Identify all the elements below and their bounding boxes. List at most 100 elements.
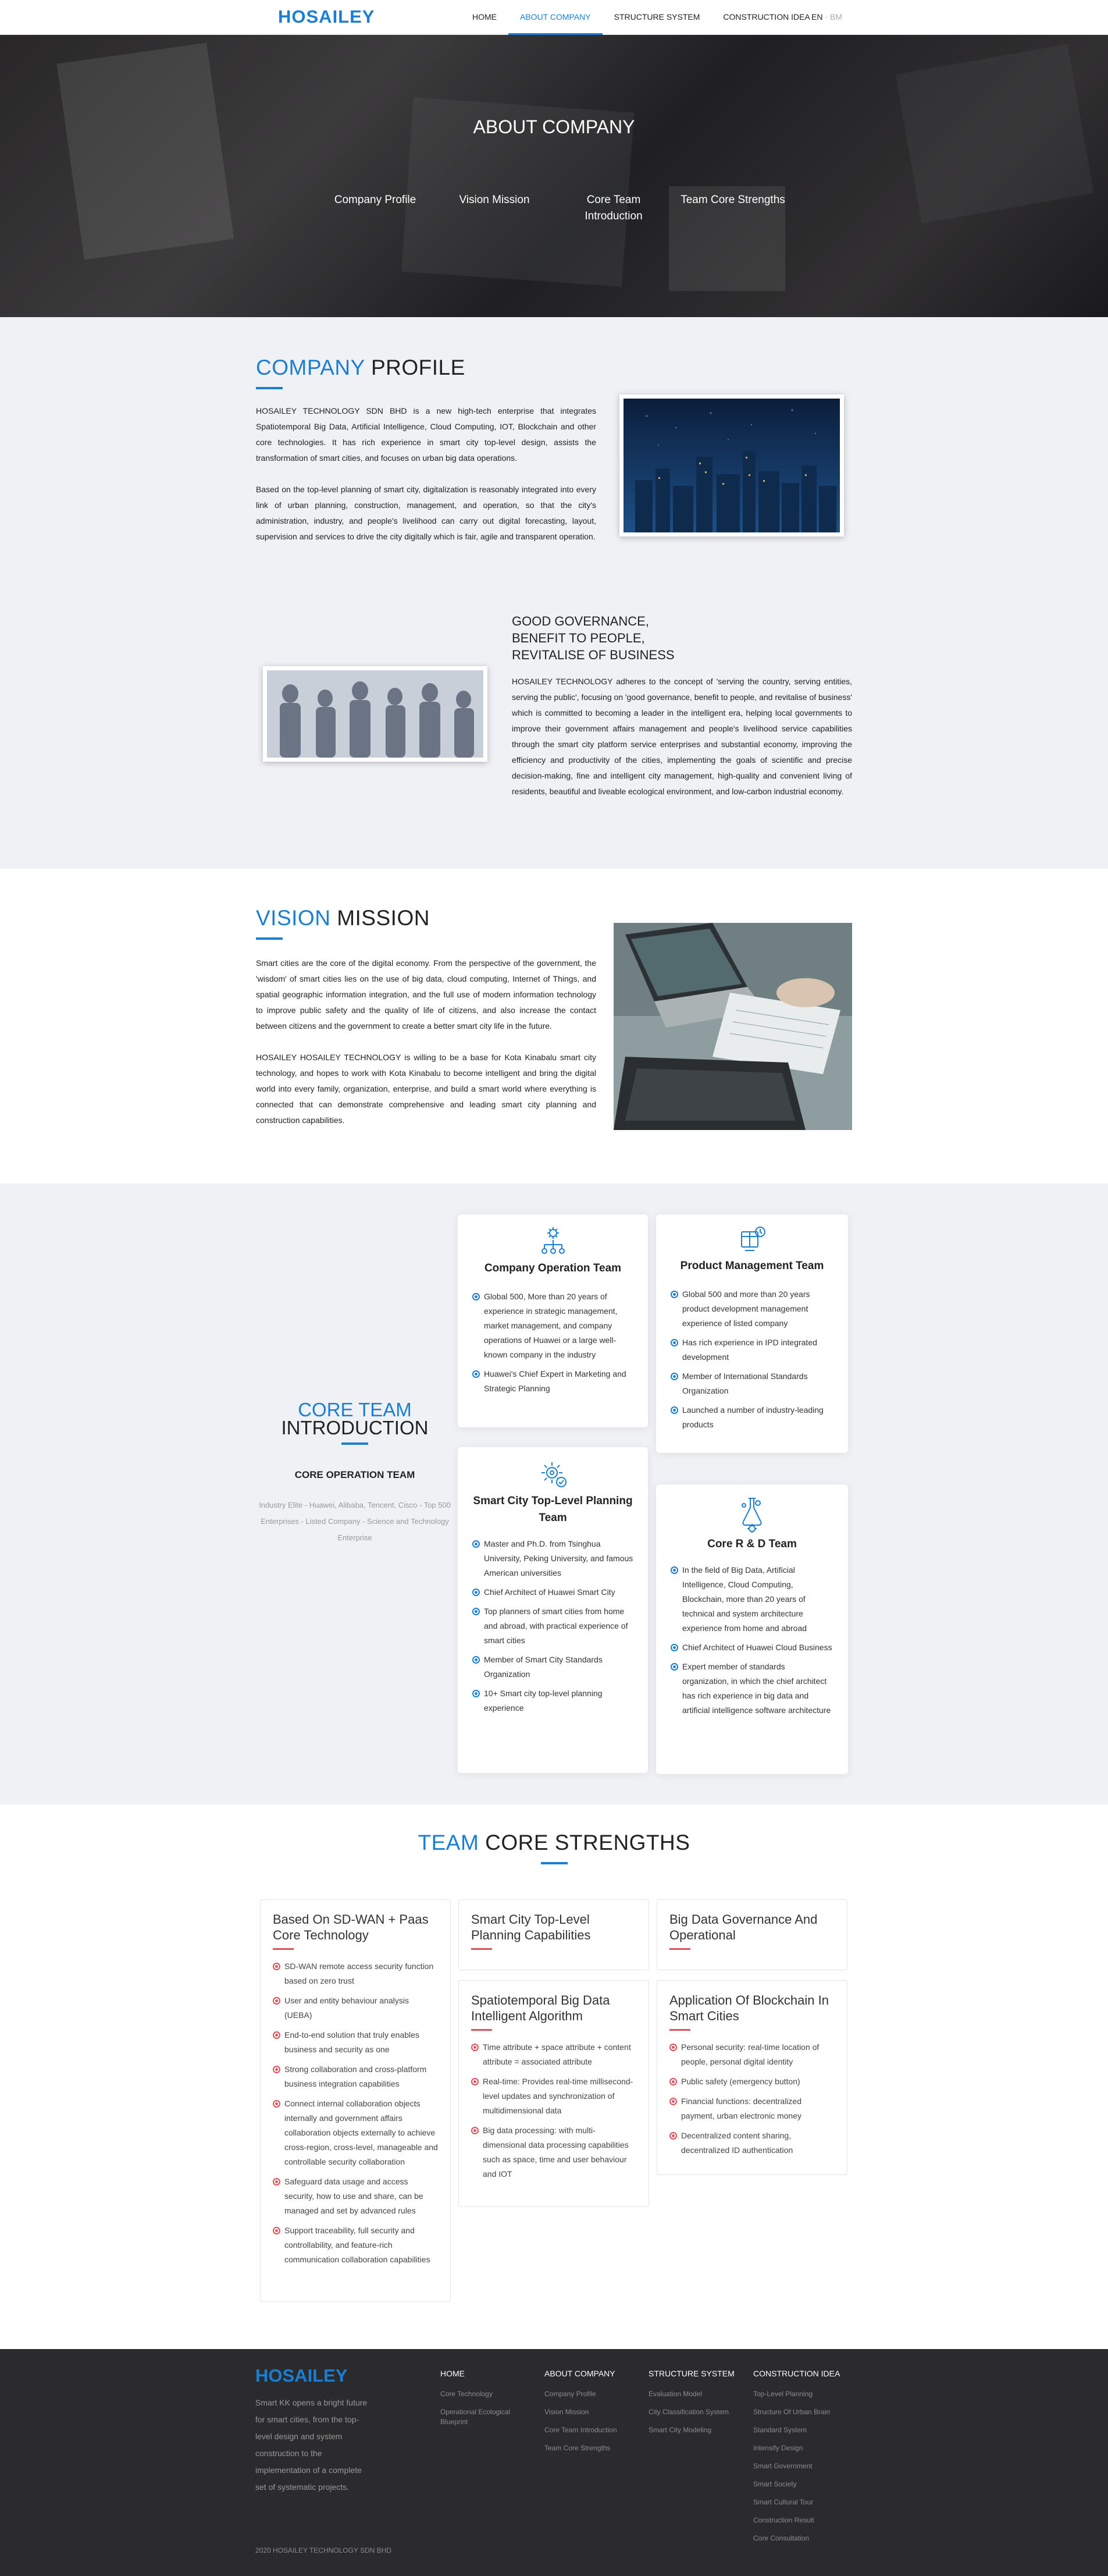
hero-tabs: Company Profile Vision Mission Core Team… [0, 192, 1108, 227]
flask-gear-icon [671, 1496, 833, 1536]
org-chart-icon [472, 1226, 633, 1260]
strength-card-spatiotemporal: Spatiotemporal Big Data Intelligent Algo… [458, 1980, 649, 2207]
footer-link[interactable]: Standard System [753, 2425, 852, 2435]
team-card-product-management: Product Management Team Global 500 and m… [656, 1214, 848, 1453]
footer-link[interactable]: Vision Mission [544, 2407, 637, 2417]
footer-link[interactable]: Smart Society [753, 2479, 852, 2489]
strength-card-item: Support traceability, full security and … [273, 2223, 438, 2267]
team-card-item: In the field of Big Data, Artificial Int… [671, 1563, 833, 1636]
hero-overlay [0, 35, 1108, 317]
company-profile-section: COMPANY PROFILE HOSAILEY TECHNOLOGY SDN … [0, 317, 1108, 869]
team-card-item: Top planners of smart cities from home a… [472, 1604, 633, 1648]
team-card-list: Master and Ph.D. from Tsinghua Universit… [472, 1537, 633, 1715]
heading-underline [256, 387, 283, 389]
footer-logo[interactable]: HOSAILEY [255, 2365, 347, 2386]
strength-card-item: Time attribute + space attribute + conte… [471, 2040, 636, 2069]
team-card-item: Global 500 and more than 20 years produc… [671, 1287, 833, 1331]
strength-card-title: Spatiotemporal Big Data Intelligent Algo… [471, 1993, 610, 2023]
footer-col-title[interactable]: ABOUT COMPANY [544, 2369, 637, 2378]
team-card-core-rd: Core R & D Team In the field of Big Data… [656, 1484, 848, 1774]
site-footer: HOSAILEY Smart KK opens a bright future … [0, 2349, 1108, 2576]
strength-card-item: Big data processing: with multi-dimensio… [471, 2123, 636, 2181]
strength-card-item: Public safety (emergency button) [669, 2074, 835, 2089]
nav-home[interactable]: HOME [461, 0, 508, 35]
strength-card-item: Real-time: Provides real-time millisecon… [471, 2074, 636, 2118]
footer-link[interactable]: Operational Ecological Blueprint [440, 2407, 522, 2427]
team-card-smart-city-planning: Smart City Top-Level Planning Team Maste… [458, 1447, 648, 1773]
footer-link[interactable]: Smart City Modeling [649, 2425, 742, 2435]
profile-paragraph-1: HOSAILEY TECHNOLOGY SDN BHD is a new hig… [256, 406, 596, 463]
team-card-list: In the field of Big Data, Artificial Int… [671, 1563, 833, 1718]
footer-link[interactable]: Structure Of Urban Brain [753, 2407, 852, 2417]
strength-card-underline [471, 2029, 492, 2031]
lang-en[interactable]: EN [811, 12, 822, 22]
team-card-title: Company Operation Team [484, 1262, 622, 1274]
team-card-title: Product Management Team [680, 1260, 824, 1272]
hero-banner: ABOUT COMPANY Company Profile Vision Mis… [0, 35, 1108, 317]
strength-card-title: Big Data Governance And Operational [669, 1912, 818, 1942]
strength-card-sdwan: Based On SD-WAN + Paas Core Technology S… [260, 1899, 451, 2302]
gear-check-icon [472, 1459, 633, 1493]
heading-underline [341, 1442, 368, 1445]
team-card-item: Has rich experience in IPD integrated de… [671, 1335, 833, 1365]
site-logo[interactable]: HOSAILEY [278, 6, 375, 27]
strength-card-list: Personal security: real-time location of… [669, 2040, 835, 2158]
vision-mission-section: VISION MISSION Smart cities are the core… [0, 869, 1108, 1184]
top-nav: HOSAILEY HOME ABOUT COMPANY STRUCTURE SY… [0, 0, 1108, 35]
nav-about-company[interactable]: ABOUT COMPANY [508, 0, 603, 35]
strength-card-list: SD-WAN remote access security function b… [273, 1959, 438, 2267]
governance-text: HOSAILEY TECHNOLOGY adheres to the conce… [512, 677, 852, 796]
hero-tab-core-strengths[interactable]: Team Core Strengths [675, 192, 791, 208]
product-box-icon [671, 1225, 833, 1257]
footer-link[interactable]: Smart Government [753, 2461, 852, 2471]
lang-separator: · [825, 12, 828, 22]
core-team-description: Industry Elite - Huawei, Alibaba, Tencen… [259, 1501, 451, 1542]
footer-link[interactable]: Intensify Design [753, 2443, 852, 2453]
footer-col-title[interactable]: HOME [440, 2369, 522, 2378]
footer-col-structure: STRUCTURE SYSTEM Evaluation Model City C… [649, 2369, 742, 2443]
strength-card-underline [669, 2029, 690, 2031]
hero-tab-company-profile[interactable]: Company Profile [326, 192, 425, 208]
hero-tab-core-team[interactable]: Core Team Introduction [579, 192, 649, 225]
hero-title: ABOUT COMPANY [473, 116, 635, 137]
strength-card-item: Strong collaboration and cross-platform … [273, 2062, 438, 2091]
hero-tab-vision-mission[interactable]: Vision Mission [448, 192, 541, 208]
heading-underline [256, 937, 283, 940]
core-team-subtitle: CORE OPERATION TEAM [294, 1469, 415, 1480]
footer-col-title[interactable]: STRUCTURE SYSTEM [649, 2369, 742, 2378]
strength-card-underline [471, 1948, 492, 1950]
team-card-item: Launched a number of industry-leading pr… [671, 1403, 833, 1432]
company-profile-text: HOSAILEY TECHNOLOGY SDN BHD is a new hig… [256, 403, 596, 545]
team-card-item: Member of International Standards Organi… [671, 1369, 833, 1398]
nav-structure-system[interactable]: STRUCTURE SYSTEM [603, 0, 712, 35]
footer-link[interactable]: Core Technology [440, 2389, 522, 2399]
nav-construction-idea[interactable]: CONSTRUCTION IDEA [711, 0, 821, 35]
team-card-item: Expert member of standards organization,… [671, 1660, 833, 1718]
language-switch: EN · BM [811, 12, 842, 22]
laptop-meeting-image [614, 923, 852, 1130]
footer-link[interactable]: Evaluation Model [649, 2389, 742, 2399]
footer-link[interactable]: Smart Cultural Tour [753, 2497, 852, 2507]
footer-link[interactable]: Top-Level Planning [753, 2389, 852, 2399]
footer-link[interactable]: Construction Result [753, 2515, 852, 2525]
team-card-list: Global 500 and more than 20 years produc… [671, 1287, 833, 1432]
footer-col-title[interactable]: CONSTRUCTION IDEA [753, 2369, 852, 2378]
strength-card-big-data: Big Data Governance And Operational [657, 1899, 847, 1970]
laptop-meeting-photo [614, 923, 852, 1130]
footer-link[interactable]: Team Core Strengths [544, 2443, 637, 2453]
footer-link[interactable]: Company Profile [544, 2389, 637, 2399]
city-night-photo [619, 395, 844, 536]
strength-card-item: Safeguard data usage and access security… [273, 2175, 438, 2218]
city-night-image [624, 399, 840, 532]
company-profile-heading: COMPANY PROFILE [256, 356, 465, 389]
heading-rest: MISSION [330, 906, 430, 930]
footer-link[interactable]: City Classification System [649, 2407, 742, 2417]
team-card-item: Global 500, More than 20 years of experi… [472, 1289, 633, 1362]
strength-card-title: Based On SD-WAN + Paas Core Technology [273, 1912, 429, 1942]
lang-bm[interactable]: BM [830, 12, 842, 22]
footer-copyright: 2020 HOSAILEY TECHNOLOGY SDN BHD [255, 2546, 392, 2554]
footer-col-construction: CONSTRUCTION IDEA Top-Level Planning Str… [753, 2369, 852, 2552]
business-team-image [267, 670, 483, 758]
footer-link[interactable]: Core Consultation [753, 2534, 852, 2543]
footer-link[interactable]: Core Team Introduction [544, 2425, 637, 2435]
